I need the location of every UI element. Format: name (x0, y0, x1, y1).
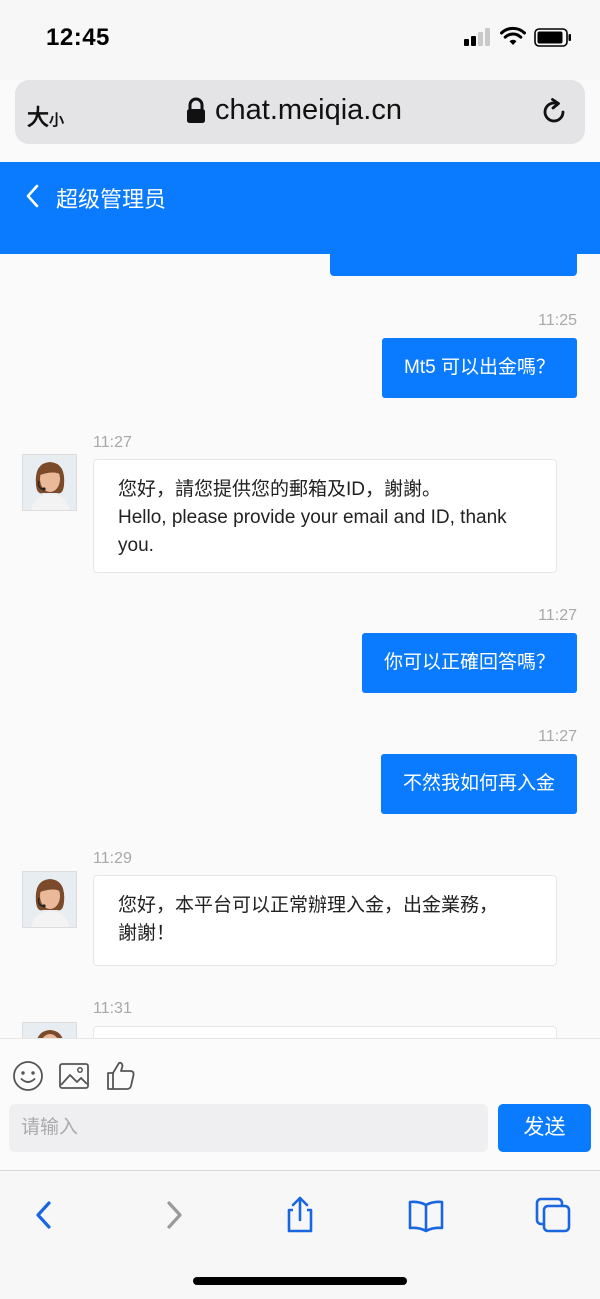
share-icon[interactable] (280, 1195, 320, 1235)
address-bar[interactable]: 大小 chat.meiqia.cn (15, 80, 585, 144)
message-bubble-outgoing-partial (330, 254, 577, 276)
message-text: 您好，本平台可以正常辦理入金，出金業務， (118, 895, 499, 916)
forward-icon[interactable] (154, 1195, 194, 1235)
message-timestamp: 11:31 (93, 1000, 132, 1017)
text-size-big-label: 大 (27, 105, 50, 130)
message-timestamp: 11:29 (93, 850, 132, 867)
message-text: 您好，請您提供您的郵箱及ID，謝謝。 (118, 479, 442, 500)
image-icon[interactable] (57, 1059, 91, 1093)
message-input[interactable] (9, 1104, 488, 1152)
agent-avatar (22, 871, 77, 928)
message-bubble-incoming: 您好，本平台可以正常辦理入金，出金業務， 謝謝！ (93, 875, 557, 966)
message-bubble-incoming (93, 1026, 557, 1038)
send-button[interactable]: 发送 (498, 1104, 591, 1152)
text-size-small-label: 小 (49, 112, 65, 129)
message-timestamp: 11:27 (538, 728, 577, 745)
message-timestamp: 11:27 (538, 607, 577, 624)
chat-header: 超级管理员 (0, 162, 600, 254)
lock-icon (187, 97, 205, 123)
reload-icon[interactable] (539, 97, 569, 127)
message-bubble-incoming: 您好，請您提供您的郵箱及ID，謝謝。 Hello, please provide… (93, 459, 557, 573)
text-size-button[interactable]: 大小 (27, 100, 64, 132)
agent-avatar (22, 454, 77, 511)
url-text[interactable]: chat.meiqia.cn (215, 94, 402, 127)
composer: 发送 (0, 1038, 600, 1170)
message-text: you. (118, 535, 154, 556)
emoji-icon[interactable] (11, 1059, 45, 1093)
home-indicator (193, 1277, 407, 1285)
chat-title: 超级管理员 (56, 187, 167, 212)
thumbs-up-icon[interactable] (104, 1059, 138, 1093)
agent-avatar (22, 1022, 77, 1038)
bookmarks-icon[interactable] (406, 1195, 446, 1235)
message-bubble-outgoing: 你可以正確回答嗎？ (361, 633, 577, 693)
back-icon[interactable] (24, 1195, 64, 1235)
message-list[interactable]: 11:25 Mt5 可以出金嗎？ 11:27 您好，請您提供您的郵箱及ID，謝謝… (0, 254, 600, 1038)
message-text: Hello, please provide your email and ID,… (118, 507, 507, 528)
status-time: 12:45 (46, 24, 110, 51)
message-text: 謝謝！ (118, 923, 176, 944)
battery-icon (534, 28, 571, 47)
cellular-signal-icon (464, 28, 492, 46)
message-bubble-outgoing: Mt5 可以出金嗎？ (382, 338, 577, 398)
back-chevron-icon[interactable] (22, 182, 42, 210)
wifi-icon (500, 26, 526, 45)
chat-screen: 12:45 大小 chat.meiqia.cn 超级管理员 11:25 Mt5 … (0, 0, 600, 1299)
message-timestamp: 11:27 (93, 434, 132, 451)
status-bar: 12:45 (0, 0, 600, 80)
tabs-icon[interactable] (533, 1195, 573, 1235)
message-bubble-outgoing: 不然我如何再入金 (380, 754, 577, 814)
message-timestamp: 11:25 (538, 312, 577, 329)
